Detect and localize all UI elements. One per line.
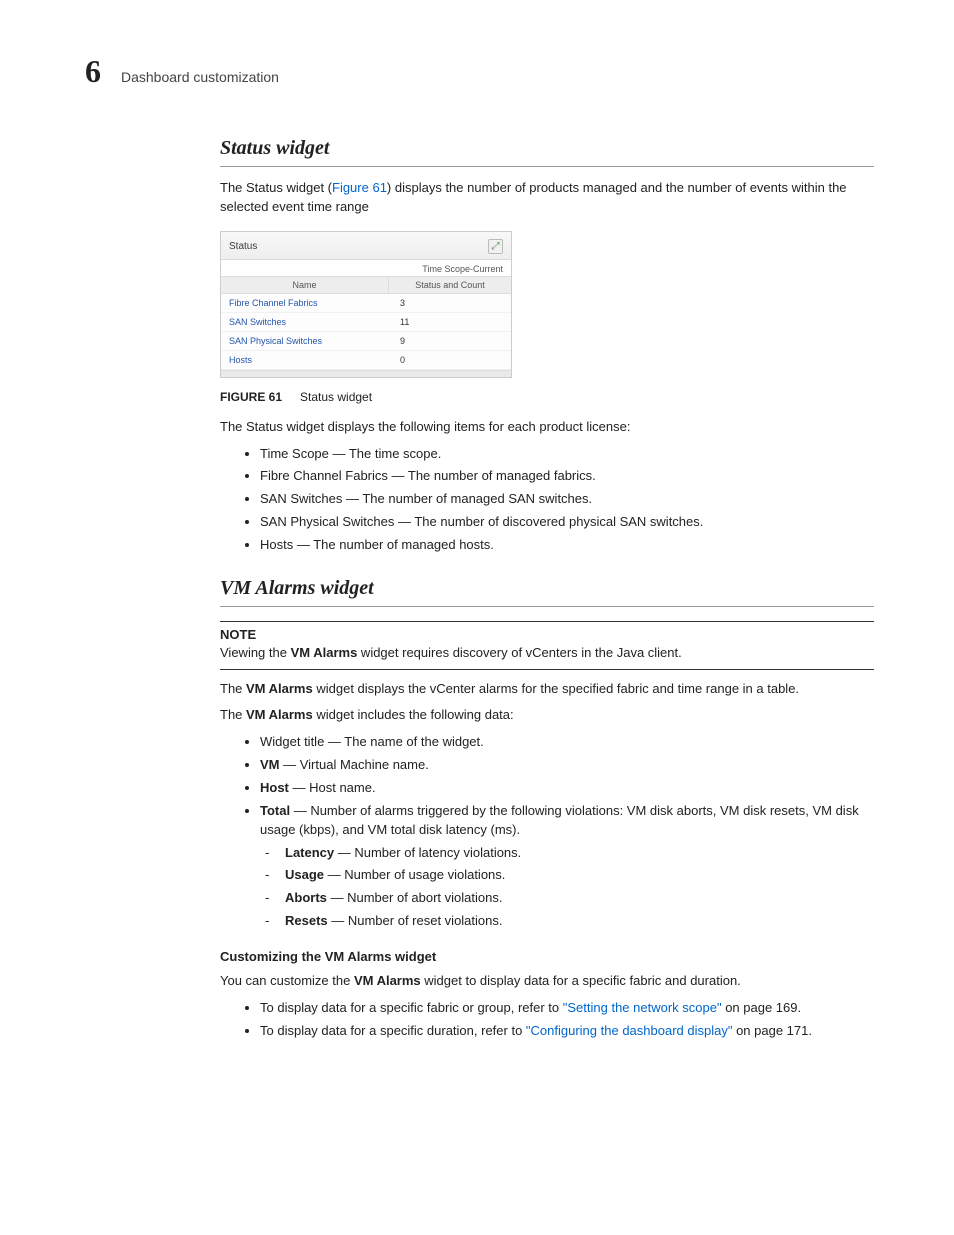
text: widget requires discovery of vCenters in… bbox=[357, 645, 681, 660]
text: VM Alarms bbox=[246, 707, 313, 722]
customizing-items: To display data for a specific fabric or… bbox=[220, 999, 874, 1041]
text: The bbox=[220, 681, 246, 696]
figure-status-widget: Status ⤢ Time Scope-Current Name Status … bbox=[220, 231, 874, 404]
text: Latency bbox=[285, 845, 334, 860]
status-intro: The Status widget (Figure 61) displays t… bbox=[220, 179, 874, 217]
note-label: NOTE bbox=[220, 627, 874, 642]
text: Resets bbox=[285, 913, 328, 928]
figure-caption-text: Status widget bbox=[300, 390, 372, 404]
text: The bbox=[220, 707, 246, 722]
vm-alarms-p1: The VM Alarms widget displays the vCente… bbox=[220, 680, 874, 699]
table-row: SAN Physical Switches 9 bbox=[221, 332, 511, 351]
page-header: 6 Dashboard customization bbox=[85, 55, 874, 87]
row-name[interactable]: Fibre Channel Fabrics bbox=[221, 294, 392, 312]
status-widget-panel: Status ⤢ Time Scope-Current Name Status … bbox=[220, 231, 512, 378]
section-heading-status: Status widget bbox=[220, 137, 874, 160]
text: widget to display data for a specific fa… bbox=[421, 973, 741, 988]
list-item: Widget title — The name of the widget. bbox=[260, 733, 874, 752]
figure-caption: FIGURE 61 Status widget bbox=[220, 390, 874, 404]
customizing-p: You can customize the VM Alarms widget t… bbox=[220, 972, 874, 991]
text: — Number of reset violations. bbox=[328, 913, 503, 928]
list-item: SAN Physical Switches — The number of di… bbox=[260, 513, 874, 532]
vm-alarms-items: Widget title — The name of the widget. V… bbox=[220, 733, 874, 931]
text: You can customize the bbox=[220, 973, 354, 988]
text: Viewing the bbox=[220, 645, 291, 660]
list-item: VM — Virtual Machine name. bbox=[260, 756, 874, 775]
cross-ref-link[interactable]: "Configuring the dashboard display" bbox=[526, 1023, 733, 1038]
list-item: Hosts — The number of managed hosts. bbox=[260, 536, 874, 555]
list-item: Time Scope — The time scope. bbox=[260, 445, 874, 464]
list-item: Usage — Number of usage violations. bbox=[285, 866, 874, 885]
text: Host bbox=[260, 780, 289, 795]
section-rule bbox=[220, 166, 874, 167]
text: on page 169. bbox=[722, 1000, 802, 1015]
col-name: Name bbox=[221, 277, 389, 293]
text: Usage bbox=[285, 867, 324, 882]
text: on page 171. bbox=[732, 1023, 812, 1038]
vm-alarms-p2: The VM Alarms widget includes the follow… bbox=[220, 706, 874, 725]
row-count: 11 bbox=[392, 313, 511, 331]
text: — Virtual Machine name. bbox=[280, 757, 429, 772]
text: — Number of latency violations. bbox=[334, 845, 521, 860]
section-rule bbox=[220, 606, 874, 607]
text: VM bbox=[260, 757, 280, 772]
status-items-lead: The Status widget displays the following… bbox=[220, 418, 874, 437]
customizing-heading: Customizing the VM Alarms widget bbox=[220, 949, 874, 964]
list-item: Host — Host name. bbox=[260, 779, 874, 798]
list-item: Latency — Number of latency violations. bbox=[285, 844, 874, 863]
text: widget includes the following data: bbox=[313, 707, 514, 722]
row-name[interactable]: SAN Physical Switches bbox=[221, 332, 392, 350]
text: VM Alarms bbox=[354, 973, 421, 988]
widget-titlebar: Status ⤢ bbox=[221, 232, 511, 260]
figure-label: FIGURE 61 bbox=[220, 390, 282, 404]
text: — Number of usage violations. bbox=[324, 867, 505, 882]
chapter-number: 6 bbox=[85, 55, 101, 87]
widget-time-scope: Time Scope-Current bbox=[221, 260, 511, 276]
text: Aborts bbox=[285, 890, 327, 905]
widget-table-head: Name Status and Count bbox=[221, 276, 511, 294]
list-item: To display data for a specific duration,… bbox=[260, 1022, 874, 1041]
table-row: SAN Switches 11 bbox=[221, 313, 511, 332]
expand-icon[interactable]: ⤢ bbox=[488, 239, 503, 254]
section-heading-vm-alarms: VM Alarms widget bbox=[220, 577, 874, 600]
vm-alarms-subitems: Latency — Number of latency violations. … bbox=[260, 844, 874, 931]
text: VM Alarms bbox=[246, 681, 313, 696]
widget-title-text: Status bbox=[229, 241, 257, 252]
text: — Number of alarms triggered by the foll… bbox=[260, 803, 859, 837]
text: To display data for a specific fabric or… bbox=[260, 1000, 563, 1015]
figure-link[interactable]: Figure 61 bbox=[332, 180, 387, 195]
list-item: Fibre Channel Fabrics — The number of ma… bbox=[260, 467, 874, 486]
widget-footer bbox=[221, 370, 511, 377]
list-item: Total — Number of alarms triggered by th… bbox=[260, 802, 874, 931]
row-count: 9 bbox=[392, 332, 511, 350]
list-item: Resets — Number of reset violations. bbox=[285, 912, 874, 931]
row-name[interactable]: Hosts bbox=[221, 351, 392, 369]
list-item: Aborts — Number of abort violations. bbox=[285, 889, 874, 908]
table-row: Hosts 0 bbox=[221, 351, 511, 370]
text: VM Alarms bbox=[291, 645, 358, 660]
row-count: 3 bbox=[392, 294, 511, 312]
list-item: To display data for a specific fabric or… bbox=[260, 999, 874, 1018]
cross-ref-link[interactable]: "Setting the network scope" bbox=[563, 1000, 722, 1015]
status-items: Time Scope — The time scope. Fibre Chann… bbox=[220, 445, 874, 555]
list-item: SAN Switches — The number of managed SAN… bbox=[260, 490, 874, 509]
text: Total bbox=[260, 803, 290, 818]
table-row: Fibre Channel Fabrics 3 bbox=[221, 294, 511, 313]
col-status: Status and Count bbox=[389, 277, 511, 293]
note-text: Viewing the VM Alarms widget requires di… bbox=[220, 644, 874, 663]
text: widget displays the vCenter alarms for t… bbox=[313, 681, 799, 696]
text: — Number of abort violations. bbox=[327, 890, 503, 905]
text: The Status widget ( bbox=[220, 180, 332, 195]
row-name[interactable]: SAN Switches bbox=[221, 313, 392, 331]
text: — Host name. bbox=[289, 780, 376, 795]
widget-rows: Fibre Channel Fabrics 3 SAN Switches 11 … bbox=[221, 294, 511, 370]
text: To display data for a specific duration,… bbox=[260, 1023, 526, 1038]
row-count: 0 bbox=[392, 351, 511, 369]
note-block: NOTE Viewing the VM Alarms widget requir… bbox=[220, 621, 874, 670]
chapter-title: Dashboard customization bbox=[121, 69, 279, 85]
